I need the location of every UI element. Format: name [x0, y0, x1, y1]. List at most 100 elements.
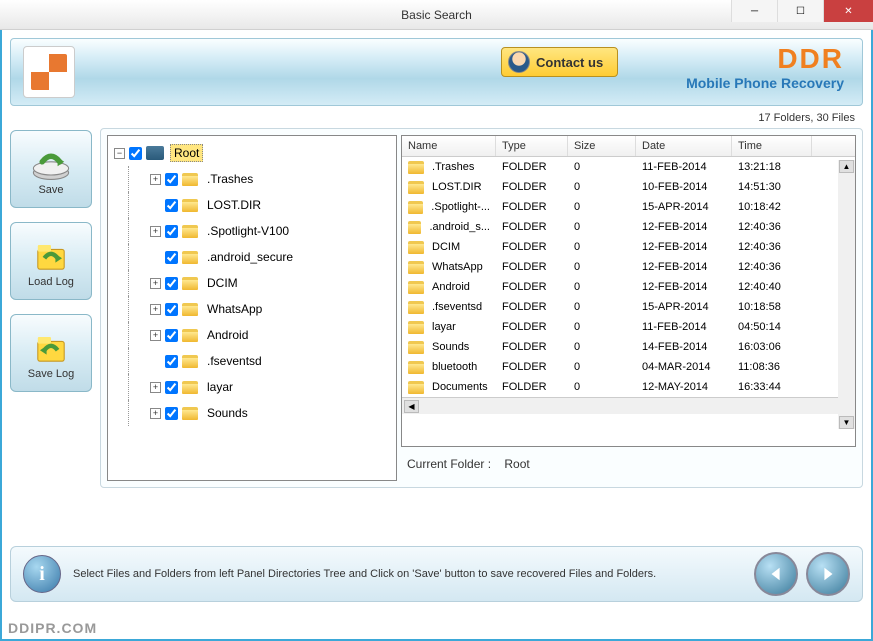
- col-name[interactable]: Name: [402, 136, 496, 156]
- table-row[interactable]: .fseventsdFOLDER015-APR-201410:18:58: [402, 297, 855, 317]
- tree-item-label: LOST.DIR: [204, 197, 264, 213]
- tree-checkbox[interactable]: [165, 355, 178, 368]
- cell-time: 12:40:36: [732, 241, 812, 253]
- horizontal-scrollbar[interactable]: ◀ ▶: [402, 397, 855, 414]
- maximize-button[interactable]: ☐: [777, 0, 823, 22]
- collapse-icon[interactable]: −: [114, 148, 125, 159]
- scroll-left-icon[interactable]: ◀: [404, 400, 419, 413]
- table-row[interactable]: .TrashesFOLDER011-FEB-201413:21:18: [402, 157, 855, 177]
- save-log-button[interactable]: Save Log: [10, 314, 92, 392]
- tree-item[interactable]: +.Spotlight-V100: [110, 218, 394, 244]
- scroll-up-icon[interactable]: ▲: [839, 160, 854, 173]
- expand-icon[interactable]: +: [150, 330, 161, 341]
- table-row[interactable]: SoundsFOLDER014-FEB-201416:03:06: [402, 337, 855, 357]
- cell-type: FOLDER: [496, 161, 568, 173]
- cell-name: layar: [402, 321, 496, 334]
- cell-type: FOLDER: [496, 381, 568, 393]
- tree-panel[interactable]: − Root +.Trashes LOST.DIR +.Spotlight-V100.a…: [107, 135, 397, 481]
- table-row[interactable]: layarFOLDER011-FEB-201404:50:14: [402, 317, 855, 337]
- col-type[interactable]: Type: [496, 136, 568, 156]
- cell-time: 16:33:44: [732, 381, 812, 393]
- contact-us-button[interactable]: Contact us: [501, 47, 618, 77]
- expand-icon[interactable]: +: [150, 304, 161, 315]
- tree-item-label: layar: [204, 379, 236, 395]
- table-row[interactable]: .Spotlight-...FOLDER015-APR-201410:18:42: [402, 197, 855, 217]
- watermark: DDIPR.COM: [8, 620, 97, 636]
- tree-item[interactable]: +Sounds: [110, 400, 394, 426]
- scroll-down-icon[interactable]: ▼: [839, 416, 854, 429]
- col-size[interactable]: Size: [568, 136, 636, 156]
- folder-icon: [182, 407, 198, 420]
- tree-checkbox[interactable]: [165, 225, 178, 238]
- footer: i Select Files and Folders from left Pan…: [10, 546, 863, 602]
- table-row[interactable]: AndroidFOLDER012-FEB-201412:40:40: [402, 277, 855, 297]
- tree-item[interactable]: + DCIM: [110, 270, 394, 296]
- tree-item[interactable]: +WhatsApp: [110, 296, 394, 322]
- tree-checkbox[interactable]: [165, 199, 178, 212]
- col-time[interactable]: Time: [732, 136, 812, 156]
- cell-type: FOLDER: [496, 321, 568, 333]
- tree-checkbox[interactable]: [165, 277, 178, 290]
- tree-item[interactable]: .fseventsd: [110, 348, 394, 374]
- close-button[interactable]: ✕: [823, 0, 873, 22]
- file-list[interactable]: Name Type Size Date Time .TrashesFOLDER0…: [401, 135, 856, 447]
- tree-item[interactable]: LOST.DIR: [110, 192, 394, 218]
- cell-type: FOLDER: [496, 261, 568, 273]
- tree-item[interactable]: + layar: [110, 374, 394, 400]
- table-row[interactable]: DCIMFOLDER012-FEB-201412:40:36: [402, 237, 855, 257]
- folder-icon: [182, 329, 198, 342]
- expand-icon[interactable]: +: [150, 174, 161, 185]
- folder-icon: [408, 241, 424, 254]
- expand-icon[interactable]: +: [150, 408, 161, 419]
- cell-name: .fseventsd: [402, 301, 496, 314]
- expand-icon[interactable]: +: [150, 278, 161, 289]
- save-log-icon: [29, 326, 73, 366]
- tree-checkbox[interactable]: [165, 173, 178, 186]
- list-wrap: Name Type Size Date Time .TrashesFOLDER0…: [401, 135, 856, 481]
- tree-item[interactable]: .android_secure: [110, 244, 394, 270]
- cell-time: 12:40:36: [732, 261, 812, 273]
- header-banner: Contact us DDR Mobile Phone Recovery: [10, 38, 863, 106]
- tree-checkbox[interactable]: [165, 329, 178, 342]
- brand-name: DDR: [686, 45, 844, 73]
- cell-time: 10:18:42: [732, 201, 812, 213]
- save-button[interactable]: Save: [10, 130, 92, 208]
- tree-checkbox[interactable]: [129, 147, 142, 160]
- main-content: Save Load Log Save Log − Root +.Trashes LOS…: [10, 128, 863, 488]
- next-button[interactable]: [806, 552, 850, 596]
- folder-icon: [182, 381, 198, 394]
- info-icon: i: [23, 555, 61, 593]
- cell-name: .Spotlight-...: [402, 201, 496, 214]
- vertical-scrollbar[interactable]: ▲ ▼: [838, 160, 855, 429]
- tree-root-label: Root: [170, 144, 203, 162]
- col-date[interactable]: Date: [636, 136, 732, 156]
- tree-checkbox[interactable]: [165, 381, 178, 394]
- current-folder-label: Current Folder :: [407, 457, 491, 471]
- status-count: 17 Folders, 30 Files: [10, 106, 863, 128]
- sidebar: Save Load Log Save Log: [10, 128, 92, 488]
- tree-checkbox[interactable]: [165, 251, 178, 264]
- table-row[interactable]: DocumentsFOLDER012-MAY-201416:33:44: [402, 377, 855, 397]
- folder-icon: [408, 261, 424, 274]
- tree-root[interactable]: − Root: [110, 140, 394, 166]
- expand-icon[interactable]: +: [150, 382, 161, 393]
- window-controls: ─ ☐ ✕: [731, 0, 873, 22]
- tree-checkbox[interactable]: [165, 303, 178, 316]
- tree-item-label: DCIM: [204, 275, 241, 291]
- cell-type: FOLDER: [496, 281, 568, 293]
- expand-icon[interactable]: +: [150, 226, 161, 237]
- cell-size: 0: [568, 261, 636, 273]
- table-row[interactable]: WhatsAppFOLDER012-FEB-201412:40:36: [402, 257, 855, 277]
- cell-type: FOLDER: [496, 201, 568, 213]
- folder-icon: [182, 225, 198, 238]
- back-button[interactable]: [754, 552, 798, 596]
- table-row[interactable]: LOST.DIRFOLDER010-FEB-201414:51:30: [402, 177, 855, 197]
- tree-item[interactable]: +Android: [110, 322, 394, 348]
- tree-checkbox[interactable]: [165, 407, 178, 420]
- table-row[interactable]: bluetoothFOLDER004-MAR-201411:08:36: [402, 357, 855, 377]
- tree-item[interactable]: +.Trashes: [110, 166, 394, 192]
- minimize-button[interactable]: ─: [731, 0, 777, 22]
- load-log-button[interactable]: Load Log: [10, 222, 92, 300]
- titlebar: Basic Search ─ ☐ ✕: [0, 0, 873, 30]
- table-row[interactable]: .android_s...FOLDER012-FEB-201412:40:36: [402, 217, 855, 237]
